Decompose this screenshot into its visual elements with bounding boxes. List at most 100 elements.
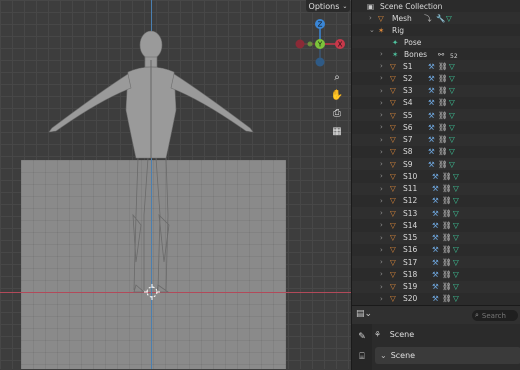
outliner-item-row[interactable]: › ▽ S5 ⚒ ⛓ ▽: [352, 109, 520, 121]
item-label: S11: [403, 184, 418, 193]
outliner-item-row[interactable]: › ▽ S17 ⚒ ⛓ ▽: [352, 256, 520, 268]
scene-panel-header[interactable]: ⌄ Scene: [375, 347, 520, 364]
constraint-icon: ⛓: [438, 86, 448, 95]
chevron-right-icon[interactable]: ›: [380, 123, 383, 131]
tool-settings-icon[interactable]: ✎: [355, 330, 369, 344]
chevron-right-icon[interactable]: ›: [380, 197, 383, 205]
zoom-icon[interactable]: ⌕: [328, 68, 346, 86]
navigation-gizmo[interactable]: Z X Y: [294, 18, 348, 72]
editor-type-icon[interactable]: ▤⌄: [356, 309, 372, 319]
chevron-right-icon[interactable]: ›: [380, 283, 383, 291]
chevron-right-icon[interactable]: ›: [380, 270, 383, 278]
wrench-icon: ⚒: [432, 294, 439, 304]
armature-data-icon: ✶: [392, 49, 399, 59]
mesh-data-icon: ▽: [453, 208, 459, 218]
outliner-item-row[interactable]: › ▽ S11 ⚒ ⛓ ▽: [352, 182, 520, 195]
mesh-data-icon: ▽: [449, 73, 455, 83]
object-triangle-icon: ▽: [390, 122, 396, 132]
outliner-item-row[interactable]: › ▽ S9 ⚒ ⛓ ▽: [352, 158, 520, 170]
search-input[interactable]: ⌕ Search: [472, 310, 518, 321]
outliner-item-row[interactable]: › ▽ S19 ⚒ ⛓ ▽: [352, 280, 520, 293]
chevron-right-icon[interactable]: ›: [380, 136, 383, 144]
rig-row[interactable]: ⌄ ✶ Rig: [352, 24, 520, 36]
chevron-right-icon[interactable]: ›: [369, 14, 372, 22]
chevron-down-icon: ⌄: [380, 351, 387, 360]
bones-row[interactable]: › ✶ Bones ⚯ 52: [352, 48, 520, 61]
outliner-item-row[interactable]: › ▽ S18 ⚒ ⛓ ▽: [352, 268, 520, 280]
gizmo-x-label: X: [338, 41, 343, 49]
pose-row[interactable]: ✦ Pose: [352, 36, 520, 48]
outliner-item-row[interactable]: › ▽ S20 ⚒ ⛓ ▽: [352, 293, 520, 305]
object-triangle-icon: ▽: [390, 159, 396, 169]
item-label: S10: [403, 171, 418, 181]
chevron-right-icon[interactable]: ›: [380, 172, 383, 180]
outliner-item-row[interactable]: › ▽ S14 ⚒ ⛓ ▽: [352, 219, 520, 231]
wrench-icon: 🔧: [436, 13, 446, 23]
chevron-right-icon[interactable]: ›: [380, 74, 383, 82]
outliner-item-row[interactable]: › ▽ S10 ⚒ ⛓ ▽: [352, 170, 520, 182]
pan-hand-icon[interactable]: ✋: [328, 86, 346, 104]
wrench-icon: ⚒: [432, 184, 439, 193]
camera-view-icon[interactable]: ⎙: [328, 104, 346, 122]
item-label: S3: [403, 86, 413, 95]
bones-count: 52: [450, 53, 458, 60]
outliner-item-row[interactable]: › ▽ S13 ⚒ ⛓ ▽: [352, 207, 520, 219]
chevron-down-icon[interactable]: ⌄: [369, 26, 375, 34]
chevron-right-icon[interactable]: ›: [380, 62, 383, 70]
constraint-icon: ⛓: [442, 184, 452, 193]
outliner-item-row[interactable]: › ▽ S15 ⚒ ⛓ ▽: [352, 231, 520, 244]
outliner-item-row[interactable]: › ▽ S3 ⚒ ⛓ ▽: [352, 84, 520, 97]
item-label: S14: [403, 220, 418, 230]
outliner-item-row[interactable]: › ▽ S2 ⚒ ⛓ ▽: [352, 72, 520, 84]
mesh-data-icon: ▽: [449, 86, 455, 95]
item-label: S5: [403, 110, 413, 120]
chevron-right-icon[interactable]: ›: [380, 209, 383, 217]
search-placeholder: Search: [481, 311, 506, 320]
outliner-item-row[interactable]: › ▽ S4 ⚒ ⛓ ▽: [352, 97, 520, 109]
chevron-right-icon[interactable]: ›: [380, 246, 383, 254]
outliner-item-row[interactable]: › ▽ S6 ⚒ ⛓ ▽: [352, 121, 520, 133]
3d-viewport[interactable]: Options ⌄ Z X Y ⌕ ✋ ⎙ ▦: [0, 0, 351, 369]
chevron-right-icon[interactable]: ›: [380, 221, 383, 229]
gizmo-y-label: Y: [317, 41, 323, 49]
chevron-right-icon[interactable]: ›: [380, 185, 383, 193]
options-dropdown[interactable]: Options ⌄: [306, 0, 350, 12]
bone-icon: ⚯: [438, 49, 445, 59]
constraint-icon: ⛓: [442, 196, 452, 206]
grid-view-icon[interactable]: ▦: [328, 122, 346, 140]
mesh-label: Mesh: [392, 13, 412, 23]
chevron-right-icon[interactable]: ›: [380, 148, 383, 156]
outliner-panel[interactable]: ▣ Scene Collection › ▽ Mesh ⤵ 🔧 ▽ ⌄ ✶ Ri…: [351, 0, 520, 305]
outliner-item-row[interactable]: › ▽ S8 ⚒ ⛓ ▽: [352, 146, 520, 158]
wrench-icon: ⚒: [432, 208, 439, 218]
outliner-item-row[interactable]: › ▽ S7 ⚒ ⛓ ▽: [352, 133, 520, 146]
item-label: S16: [403, 245, 418, 255]
constraint-icon: ⛓: [442, 294, 452, 304]
mesh-row[interactable]: › ▽ Mesh ⤵ 🔧 ▽: [352, 12, 520, 24]
chevron-right-icon[interactable]: ›: [380, 99, 383, 107]
item-label: S4: [403, 98, 413, 108]
properties-panel[interactable]: ▤⌄ ⌕ Search ✎ ⌸ ⚘ Scene ⌄ Scene: [351, 305, 520, 370]
chevron-right-icon[interactable]: ›: [380, 111, 383, 119]
chevron-right-icon[interactable]: ›: [380, 50, 383, 58]
constraint-icon: ⛓: [438, 61, 448, 71]
object-triangle-icon: ▽: [390, 233, 396, 242]
mesh-data-icon: ▽: [453, 245, 459, 255]
outliner-item-row[interactable]: › ▽ S1 ⚒ ⛓ ▽: [352, 60, 520, 72]
chevron-right-icon[interactable]: ›: [380, 87, 383, 95]
chevron-right-icon[interactable]: ›: [380, 234, 383, 242]
object-triangle-icon: ▽: [390, 269, 396, 279]
scene-label: Scene: [389, 330, 415, 339]
outliner-item-row[interactable]: › ▽ S16 ⚒ ⛓ ▽: [352, 244, 520, 256]
constraint-icon: ⛓: [442, 233, 452, 242]
outliner-item-row[interactable]: › ▽ S12 ⚒ ⛓ ▽: [352, 195, 520, 207]
gizmo-z-label: Z: [318, 21, 323, 29]
mesh-data-icon: ▽: [453, 294, 459, 304]
scene-collection-row[interactable]: ▣ Scene Collection: [352, 0, 520, 12]
render-icon[interactable]: ⌸: [355, 350, 369, 364]
chevron-right-icon[interactable]: ›: [380, 160, 383, 168]
object-triangle-icon: ▽: [390, 135, 396, 144]
chevron-right-icon[interactable]: ›: [380, 295, 383, 303]
chevron-right-icon[interactable]: ›: [380, 258, 383, 266]
bones-label: Bones: [404, 49, 428, 59]
